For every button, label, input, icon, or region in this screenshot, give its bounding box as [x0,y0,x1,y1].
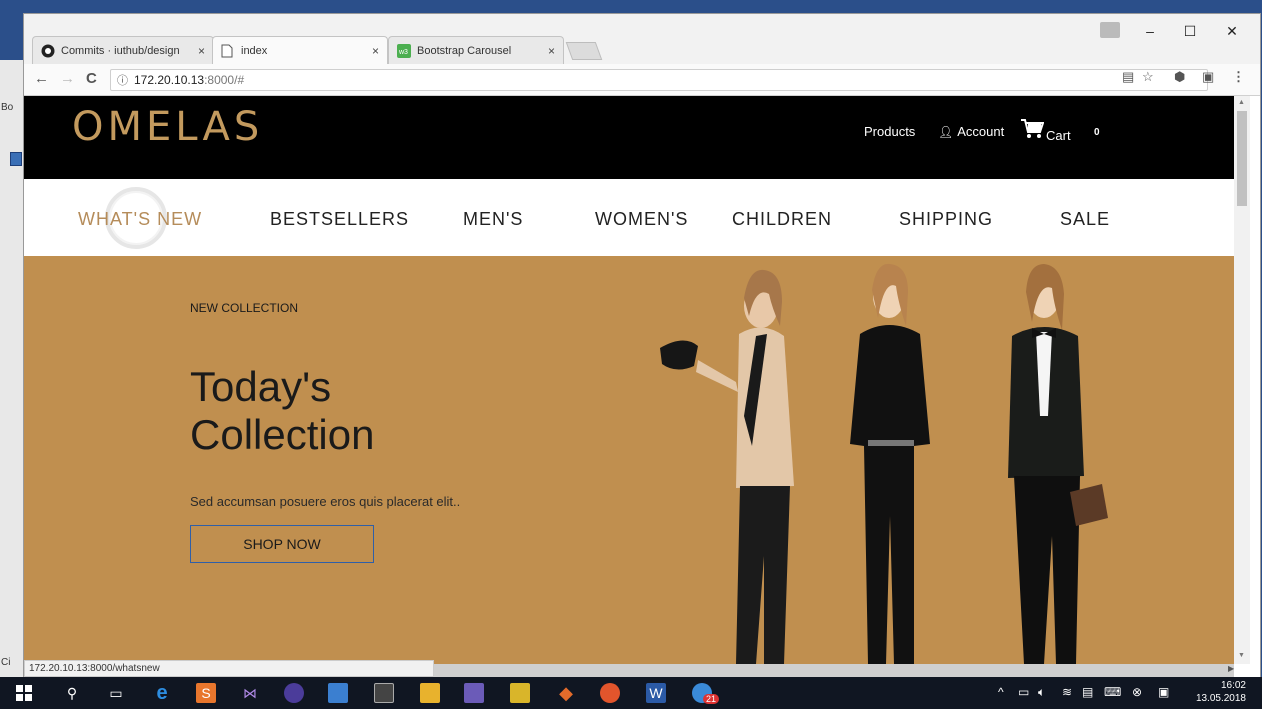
visual-studio-icon[interactable]: ⋈ [240,683,260,703]
word-icon[interactable]: W [646,683,666,703]
eclipse-icon[interactable] [284,683,304,703]
clock-time: 16:02 [1220,680,1246,691]
hero-title: Today's Collection [190,363,375,458]
tab-title: Bootstrap Carousel [417,44,512,57]
notes-icon[interactable]: ▤ [1082,685,1093,699]
account-label: Account [957,124,1005,139]
app-icon[interactable] [328,683,348,703]
terminal-icon[interactable] [374,683,394,703]
background-window-edge: Bo Ci [0,60,24,677]
ide-icon[interactable] [464,683,484,703]
tab-title: index [241,44,268,57]
nav-bestsellers[interactable]: BESTSELLERS [270,209,409,230]
close-icon[interactable]: × [548,44,555,58]
cart-link[interactable]: Cart [1020,118,1071,146]
chevron-up-icon[interactable]: ^ [998,685,1004,699]
nav-sale[interactable]: SALE [1060,209,1110,230]
background-window-label: Bo [1,102,14,113]
wifi-icon[interactable]: ≋ [1062,685,1072,699]
close-circle-icon[interactable]: ⊗ [1132,685,1142,699]
github-icon [41,44,55,58]
reload-button[interactable]: C [86,70,97,87]
search-icon[interactable]: ⚲ [62,683,82,703]
chrome-icon[interactable] [600,683,620,703]
clock-date: 13.05.2018 [1195,693,1246,704]
info-icon[interactable]: ⓘ [117,72,128,88]
url-path: :8000/# [204,73,245,87]
nav-whats-new[interactable]: WHAT'S NEW [78,209,202,230]
battery-icon[interactable]: ▭ [1018,685,1029,699]
browser-window: Commits · iuthub/design × index × w3 Boo… [24,14,1260,677]
hero-eyebrow: NEW COLLECTION [190,301,299,315]
nav-children[interactable]: CHILDREN [732,209,832,230]
scroll-right-icon[interactable]: ▶ [1228,664,1234,673]
scroll-down-icon[interactable]: ▼ [1238,652,1245,659]
profile-icon[interactable] [1100,22,1120,38]
browser-toolbar: ← → C ⓘ 172.20.10.13 :8000/# ▤ ☆ ⬢ ▣ ⋮ [24,64,1260,96]
tab-commits[interactable]: Commits · iuthub/design × [32,36,214,64]
shop-now-button[interactable]: SHOP NOW [190,525,374,563]
minimize-button[interactable]: – [1140,23,1160,39]
status-bar-url: 172.20.10.13:8000/whatsnew [24,660,434,677]
menu-icon[interactable]: ⋮ [1232,69,1245,85]
extension-shield-icon[interactable]: ⬢ [1174,69,1185,85]
horizontal-scrollbar[interactable] [434,664,1234,677]
file-icon[interactable] [10,152,22,166]
page-icon [221,44,235,58]
w3schools-icon: w3 [397,43,411,58]
user-icon: 👤︎ [938,124,954,139]
keyboard-icon[interactable]: ⌨ [1104,685,1121,699]
products-label: Products [864,124,916,139]
hero-carousel: NEW COLLECTION Today's Collection Sed ac… [24,256,1234,664]
scroll-up-icon[interactable]: ▲ [1238,99,1245,106]
tab-bootstrap-carousel[interactable]: w3 Bootstrap Carousel × [388,36,564,64]
nav-womens[interactable]: WOMEN'S [595,209,688,230]
bookmark-star-icon[interactable]: ☆ [1142,69,1154,85]
site-logo[interactable]: OMELAS [72,104,263,150]
nav-mens[interactable]: MEN'S [463,209,523,230]
hero-models-image [660,263,1108,664]
git-icon[interactable]: ◆ [556,683,576,703]
web-page: OMELAS Products 👤︎ Account Cart 0 WHAT'S… [24,96,1234,664]
file-explorer-icon[interactable] [420,683,440,703]
back-button[interactable]: ← [34,70,49,87]
tab-title: Commits · iuthub/design [61,44,180,57]
vertical-scrollbar[interactable]: ▲ ▼ [1234,96,1250,664]
site-header: OMELAS Products 👤︎ Account Cart 0 [24,96,1234,179]
sublime-icon[interactable]: S [196,683,216,703]
background-window-label: Ci [1,657,11,668]
taskbar: ⚲ ▭ e S ⋈ ◆ W 21 ^ ▭ 🔈︎ ≋ ▤ ⌨ ⊗ ▣ 16:02 … [0,677,1262,709]
account-link[interactable]: 👤︎ Account [938,124,1004,139]
close-icon[interactable]: × [372,44,379,58]
cart-label: Cart [1046,127,1071,143]
cart-count: 0 [1094,127,1100,138]
products-link[interactable]: Products [864,124,915,139]
hero-text: Sed accumsan posuere eros quis placerat … [190,494,461,509]
new-tab-button[interactable] [565,42,603,60]
browser-titlebar: Commits · iuthub/design × index × w3 Boo… [24,14,1260,64]
translate-icon[interactable]: ▤ [1122,69,1134,85]
tab-index[interactable]: index × [212,36,388,64]
volume-icon[interactable]: 🔈︎ [1038,685,1045,700]
task-view-icon[interactable]: ▭ [106,683,126,703]
close-button[interactable]: ✕ [1222,23,1242,40]
notification-badge: 21 [703,694,720,704]
svg-text:w3: w3 [398,49,408,56]
windows-start-icon[interactable] [14,683,34,703]
language-icon[interactable]: ▣ [1158,685,1169,699]
forward-button[interactable]: → [60,70,75,87]
extension-icon[interactable]: ▣ [1202,69,1214,85]
url-host: 172.20.10.13 [134,73,205,87]
maximize-button[interactable]: ☐ [1180,23,1200,40]
scrollbar-thumb[interactable] [1237,111,1247,206]
edge-icon[interactable]: e [152,682,172,704]
address-bar[interactable]: ⓘ 172.20.10.13 :8000/# [110,69,1208,91]
close-icon[interactable]: × [198,44,205,58]
system-clock[interactable]: 16:02 13.05.2018 [1190,679,1246,705]
archive-icon[interactable] [510,683,530,703]
main-nav: WHAT'S NEW BESTSELLERS MEN'S WOMEN'S CHI… [24,179,1234,256]
cart-icon [1020,118,1045,146]
nav-shipping[interactable]: SHIPPING [899,209,993,230]
